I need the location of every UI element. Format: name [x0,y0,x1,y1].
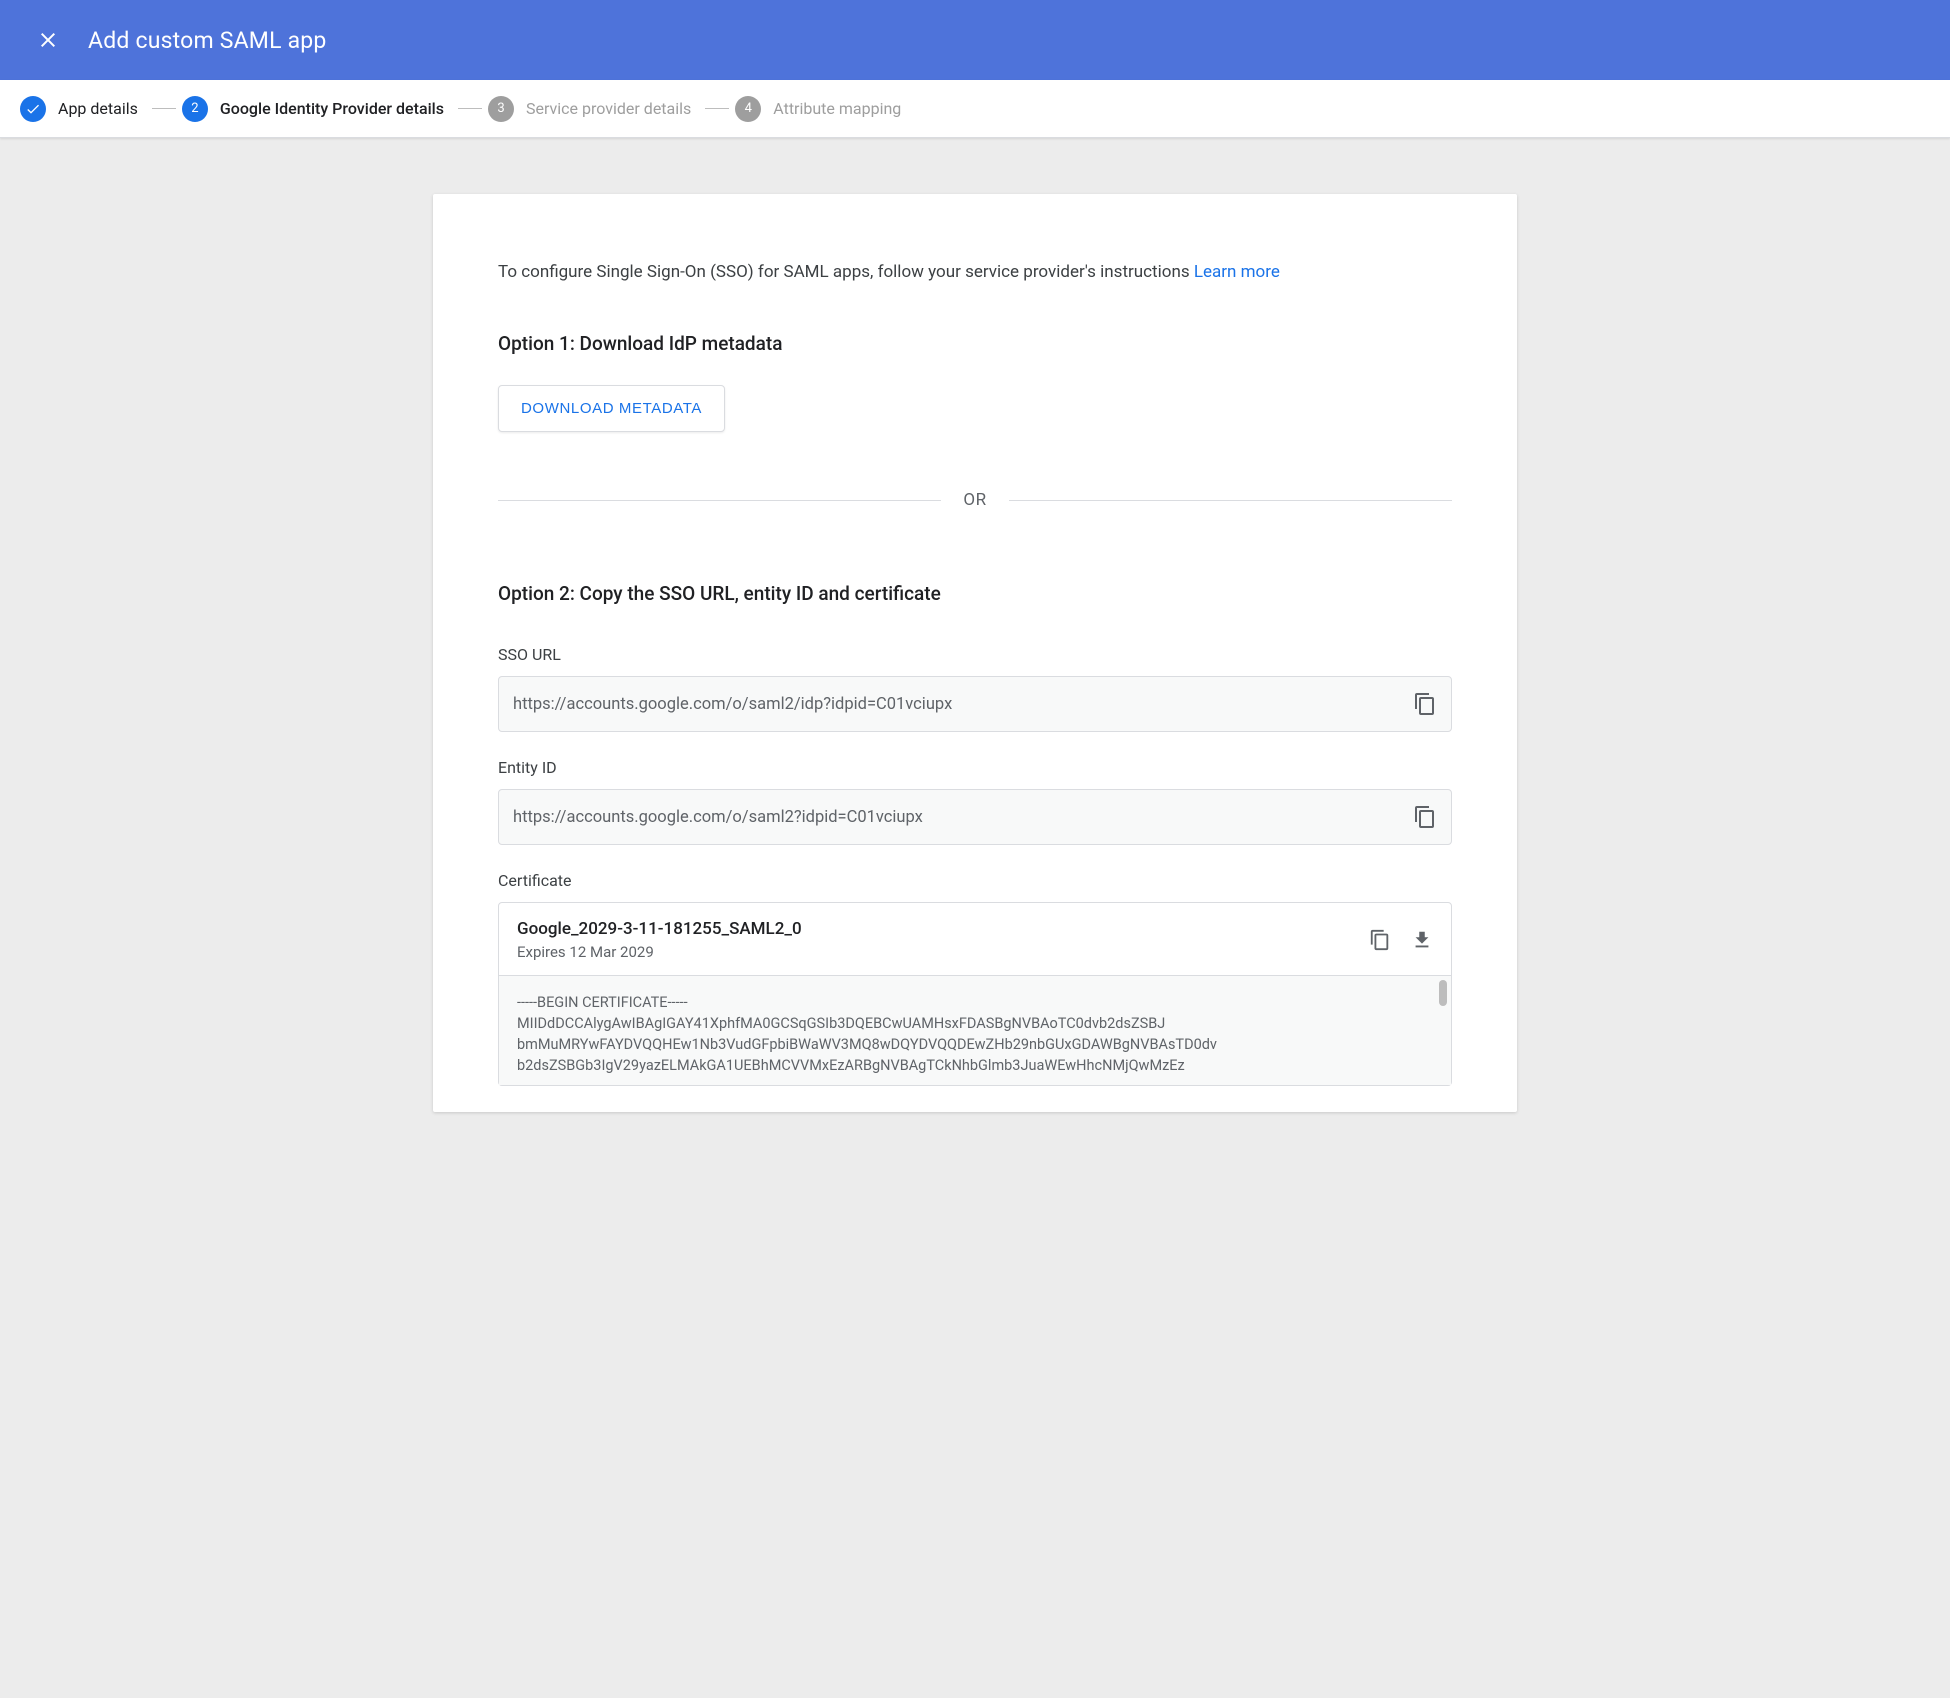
or-divider: OR [498,490,1452,510]
step-number: 4 [735,96,761,122]
page-body: To configure Single Sign-On (SSO) for SA… [0,138,1950,1112]
learn-more-link[interactable]: Learn more [1194,262,1280,282]
step-service-provider[interactable]: 3 Service provider details [488,96,691,122]
copy-icon[interactable] [1413,692,1437,716]
header-title: Add custom SAML app [88,27,327,54]
sso-url-field: SSO URL https://accounts.google.com/o/sa… [498,645,1452,732]
sso-url-value: https://accounts.google.com/o/saml2/idp?… [513,695,952,714]
or-text: OR [963,490,986,510]
certificate-box: Google_2029-3-11-181255_SAML2_0 Expires … [498,902,1452,1086]
entity-id-box: https://accounts.google.com/o/saml2?idpi… [498,789,1452,845]
entity-id-field: Entity ID https://accounts.google.com/o/… [498,758,1452,845]
copy-icon[interactable] [1369,929,1391,951]
step-app-details[interactable]: App details [20,96,138,122]
divider-line [498,500,941,501]
sso-url-label: SSO URL [498,645,1452,664]
sso-url-box: https://accounts.google.com/o/saml2/idp?… [498,676,1452,732]
stepper: App details 2 Google Identity Provider d… [0,80,1950,138]
certificate-header: Google_2029-3-11-181255_SAML2_0 Expires … [499,903,1451,975]
scrollbar-thumb[interactable] [1439,980,1447,1006]
step-number: 3 [488,96,514,122]
idp-details-card: To configure Single Sign-On (SSO) for SA… [433,194,1517,1112]
download-icon[interactable] [1411,929,1433,951]
step-google-idp[interactable]: 2 Google Identity Provider details [182,96,444,122]
step-label: App details [58,99,138,118]
download-metadata-button[interactable]: DOWNLOAD METADATA [498,385,725,432]
step-number: 2 [182,96,208,122]
entity-id-value: https://accounts.google.com/o/saml2?idpi… [513,808,923,827]
certificate-label: Certificate [498,871,1452,890]
step-attribute-mapping[interactable]: 4 Attribute mapping [735,96,901,122]
step-label: Service provider details [526,99,691,118]
step-check-icon [20,96,46,122]
close-button[interactable] [24,16,72,64]
step-connector [152,108,176,109]
modal-header: Add custom SAML app [0,0,1950,80]
certificate-field: Certificate Google_2029-3-11-181255_SAML… [498,871,1452,1086]
step-connector [705,108,729,109]
copy-icon[interactable] [1413,805,1437,829]
close-icon [36,28,60,52]
certificate-text: -----BEGIN CERTIFICATE----- MIIDdDCCAlyg… [517,994,1217,1074]
option1-title: Option 1: Download IdP metadata [498,332,1452,355]
option2-title: Option 2: Copy the SSO URL, entity ID an… [498,582,1452,605]
entity-id-label: Entity ID [498,758,1452,777]
intro-text: To configure Single Sign-On (SSO) for SA… [498,262,1452,282]
step-connector [458,108,482,109]
divider-line [1009,500,1452,501]
certificate-expires: Expires 12 Mar 2029 [517,943,1369,961]
step-label: Attribute mapping [773,99,901,118]
intro-text-content: To configure Single Sign-On (SSO) for SA… [498,262,1194,282]
step-label: Google Identity Provider details [220,99,444,118]
certificate-name: Google_2029-3-11-181255_SAML2_0 [517,919,1369,939]
certificate-body[interactable]: -----BEGIN CERTIFICATE----- MIIDdDCCAlyg… [499,975,1451,1085]
